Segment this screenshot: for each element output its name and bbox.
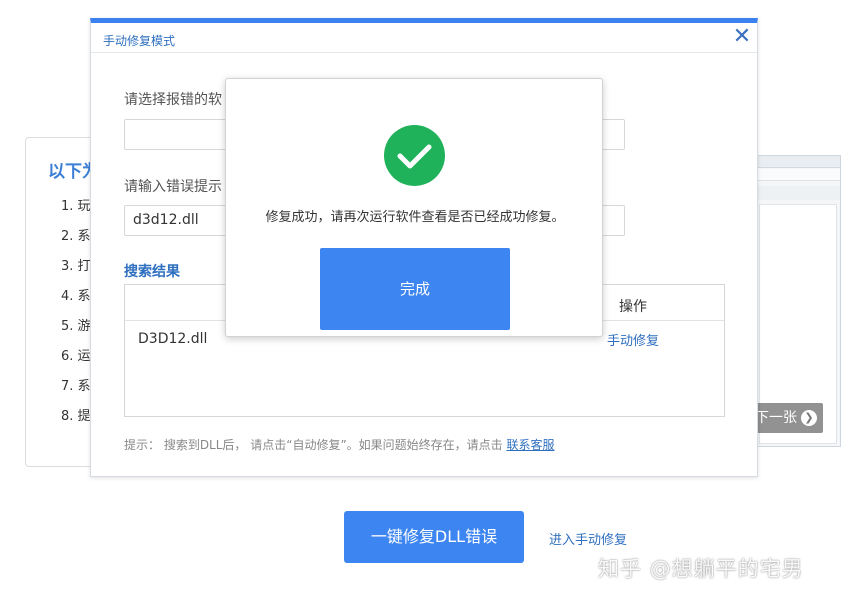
manual-repair-link[interactable]: 手动修复 (607, 330, 659, 349)
select-software-label: 请选择报错的软 (124, 92, 222, 108)
enter-manual-repair-link[interactable]: 进入手动修复 (549, 529, 627, 548)
dialog-header: 手动修复模式 ✕ (91, 23, 757, 53)
list-item: 1. 玩 (61, 199, 91, 214)
done-button[interactable]: 完成 (320, 248, 510, 330)
check-circle-icon (384, 125, 445, 186)
contact-support-link[interactable]: 联系客服 (507, 438, 555, 452)
column-header-action: 操作 (619, 299, 647, 315)
dll-name-cell: D3D12.dll (138, 331, 208, 347)
watermark: 知乎 @想躺平的宅男 (598, 557, 804, 581)
repair-success-modal: 修复成功，请再次运行软件查看是否已经成功修复。 完成 (225, 78, 603, 337)
list-item: 3. 打 (61, 259, 91, 274)
hint-text: 提示： 搜索到DLL后， 请点击“自动修复”。如果问题始终存在，请点击 联系客服 (124, 436, 555, 453)
one-click-fix-button[interactable]: 一键修复DLL错误 (344, 511, 524, 563)
results-title: 搜索结果 (124, 264, 180, 280)
next-image-button[interactable]: 下一张 ❯ (747, 403, 823, 433)
list-item: 4. 系 (61, 289, 91, 304)
success-message: 修复成功，请再次运行软件查看是否已经成功修复。 (265, 210, 565, 225)
next-image-label: 下一张 (755, 410, 797, 426)
list-item: 7. 系 (61, 379, 91, 394)
list-item: 2. 系 (61, 229, 91, 244)
list-item: 6. 运 (61, 349, 91, 364)
hint-label: 提示： 搜索到DLL后， 请点击“自动修复”。如果问题始终存在，请点击 (124, 438, 507, 452)
chevron-right-icon: ❯ (801, 410, 817, 426)
list-item: 5. 游 (61, 319, 91, 334)
page: 以下为 1. 玩 2. 系 3. 打 4. 系 5. 游 6. 运 7. 系 8… (0, 0, 858, 603)
dialog-title: 手动修复模式 (103, 34, 176, 48)
error-input-label: 请输入错误提示 (124, 179, 222, 195)
list-item: 8. 提 (61, 409, 91, 424)
close-icon[interactable]: ✕ (732, 26, 752, 48)
background-guide-list: 1. 玩 2. 系 3. 打 4. 系 5. 游 6. 运 7. 系 8. 提 (61, 200, 91, 440)
